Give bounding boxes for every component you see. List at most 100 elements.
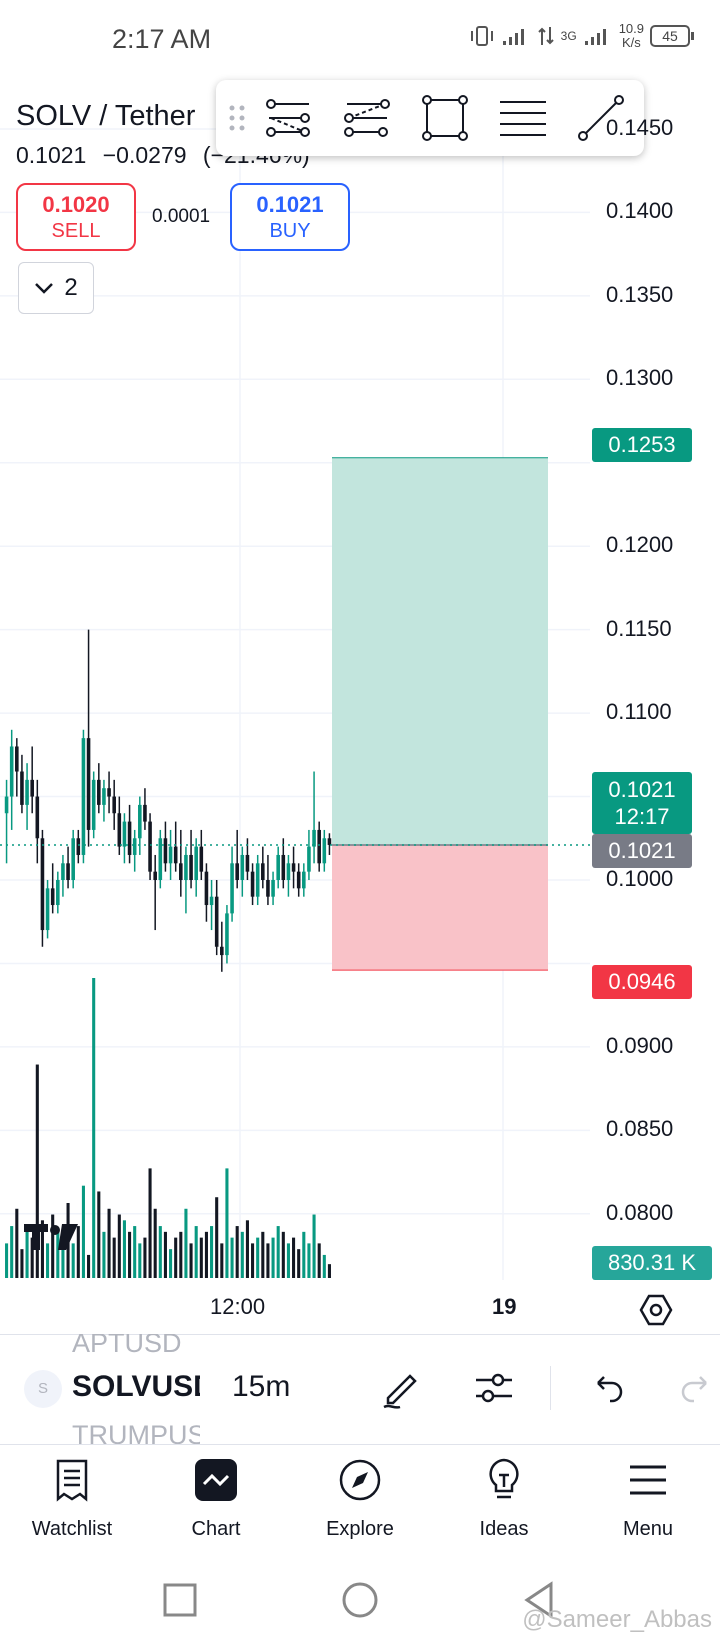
volume-bar bbox=[317, 1243, 321, 1278]
prev-symbol[interactable]: APTUSD bbox=[72, 1334, 200, 1359]
price-axis-label: 0.1200 bbox=[606, 532, 674, 558]
volume-bar bbox=[112, 1237, 116, 1278]
candle-body bbox=[225, 913, 229, 956]
last-price-tag: 0.1021 bbox=[592, 834, 692, 868]
pencil-icon[interactable] bbox=[374, 1362, 426, 1414]
volume-bar bbox=[15, 1208, 19, 1278]
volume-bar bbox=[194, 1226, 198, 1278]
candle-body bbox=[107, 788, 111, 797]
volume-bar bbox=[327, 1264, 331, 1278]
recents-icon[interactable] bbox=[163, 1583, 197, 1617]
candle-body bbox=[35, 796, 40, 839]
price-axis-label: 0.1100 bbox=[606, 699, 672, 725]
candle-body bbox=[291, 863, 296, 872]
sell-button[interactable]: 0.1020 SELL bbox=[16, 183, 136, 251]
candle-body bbox=[102, 788, 106, 805]
undo-icon[interactable] bbox=[582, 1362, 634, 1414]
nav-chart[interactable]: Chart bbox=[144, 1444, 288, 1564]
volume-bar bbox=[128, 1231, 132, 1278]
indicators-toggle-button[interactable]: 2 bbox=[18, 262, 94, 314]
volume-bar bbox=[256, 1237, 260, 1278]
volume-bar bbox=[179, 1231, 183, 1278]
current-price-value: 0.1021 bbox=[608, 777, 676, 802]
candle-body bbox=[235, 863, 239, 880]
time-label-19: 19 bbox=[492, 1294, 517, 1319]
nav-label-explore: Explore bbox=[326, 1518, 394, 1540]
candle-body bbox=[163, 838, 168, 864]
candle-body bbox=[143, 804, 147, 822]
volume-bar bbox=[169, 1249, 173, 1278]
time-label-1200: 12:00 bbox=[210, 1294, 266, 1319]
parallel-channel-icon[interactable] bbox=[250, 88, 328, 148]
price-axis-label: 0.1300 bbox=[606, 365, 674, 391]
current-symbol[interactable]: SOLVUSDT bbox=[72, 1370, 200, 1404]
candle-body bbox=[317, 829, 321, 864]
candle-body bbox=[61, 863, 65, 880]
candle-body bbox=[327, 838, 332, 845]
tradingview-logo bbox=[24, 1224, 78, 1250]
bar-countdown: 12:17 bbox=[614, 804, 670, 829]
volume-bar bbox=[174, 1237, 178, 1278]
candle-body bbox=[81, 738, 86, 855]
network-type: 3G bbox=[560, 29, 577, 43]
volume-bar bbox=[102, 1231, 106, 1278]
volume-bar bbox=[215, 1197, 219, 1278]
nav-watchlist[interactable]: Watchlist bbox=[0, 1444, 144, 1564]
candle-body bbox=[66, 863, 70, 880]
hamburger-icon bbox=[622, 1454, 674, 1506]
signal-icon bbox=[502, 29, 524, 45]
vibrate-icon bbox=[470, 26, 493, 46]
candle-body bbox=[50, 888, 55, 906]
redo-icon[interactable] bbox=[670, 1362, 720, 1414]
candle-body bbox=[40, 838, 45, 931]
volume-bar bbox=[92, 978, 96, 1278]
volume-bar bbox=[261, 1231, 265, 1278]
symbol-title[interactable]: SOLV / Tether bbox=[16, 100, 195, 133]
volume-bar bbox=[240, 1231, 244, 1278]
home-icon[interactable] bbox=[342, 1582, 378, 1618]
nav-label-menu: Menu bbox=[622, 1518, 674, 1540]
volume-bar bbox=[133, 1226, 137, 1278]
candle-body bbox=[138, 804, 142, 839]
compass-icon bbox=[334, 1454, 386, 1506]
loss-zone bbox=[332, 844, 548, 971]
volume-bar bbox=[199, 1237, 203, 1278]
chevron-down-icon bbox=[35, 283, 54, 294]
drag-handle-icon[interactable] bbox=[224, 98, 250, 138]
fib-retracement-icon[interactable] bbox=[328, 88, 406, 148]
rectangle-icon[interactable] bbox=[406, 88, 484, 148]
status-icons: 3G 10.9 K/s 45 bbox=[469, 22, 694, 50]
volume-bar bbox=[143, 1237, 147, 1278]
interval-selector[interactable]: 15m bbox=[232, 1370, 290, 1404]
volume-tag: 830.31 K bbox=[592, 1246, 712, 1280]
candle-body bbox=[312, 829, 316, 847]
candle-body bbox=[214, 896, 219, 947]
chart-settings-icon[interactable] bbox=[638, 1292, 674, 1328]
candle-body bbox=[286, 863, 291, 880]
volume-bar bbox=[184, 1208, 188, 1278]
volume-bar bbox=[5, 1243, 9, 1278]
candle-body bbox=[204, 871, 209, 906]
nav-ideas[interactable]: Ideas bbox=[432, 1444, 576, 1564]
horizontal-lines-icon[interactable] bbox=[484, 88, 562, 148]
candle-body bbox=[250, 871, 255, 897]
volume-bar bbox=[210, 1226, 214, 1278]
nav-label-ideas: Ideas bbox=[479, 1518, 529, 1540]
volume-bar bbox=[286, 1243, 290, 1278]
volume-bar bbox=[107, 1208, 111, 1278]
volume-bar bbox=[276, 1226, 280, 1278]
nav-explore[interactable]: Explore bbox=[288, 1444, 432, 1564]
volume-bar bbox=[225, 1168, 229, 1278]
next-symbol[interactable]: TRUMPUSDT bbox=[72, 1420, 200, 1444]
volume-bar bbox=[312, 1214, 316, 1278]
candle-body bbox=[56, 880, 60, 906]
volume-bar bbox=[322, 1254, 326, 1278]
indicator-settings-icon[interactable] bbox=[468, 1362, 520, 1414]
candle-body bbox=[230, 863, 234, 914]
candle-body bbox=[302, 871, 306, 889]
nav-menu[interactable]: Menu bbox=[576, 1444, 720, 1564]
buy-button[interactable]: 0.1021 BUY bbox=[230, 183, 350, 251]
price-axis-label: 0.0800 bbox=[606, 1199, 674, 1225]
candle-body bbox=[9, 746, 14, 797]
volume-bar bbox=[230, 1237, 234, 1278]
